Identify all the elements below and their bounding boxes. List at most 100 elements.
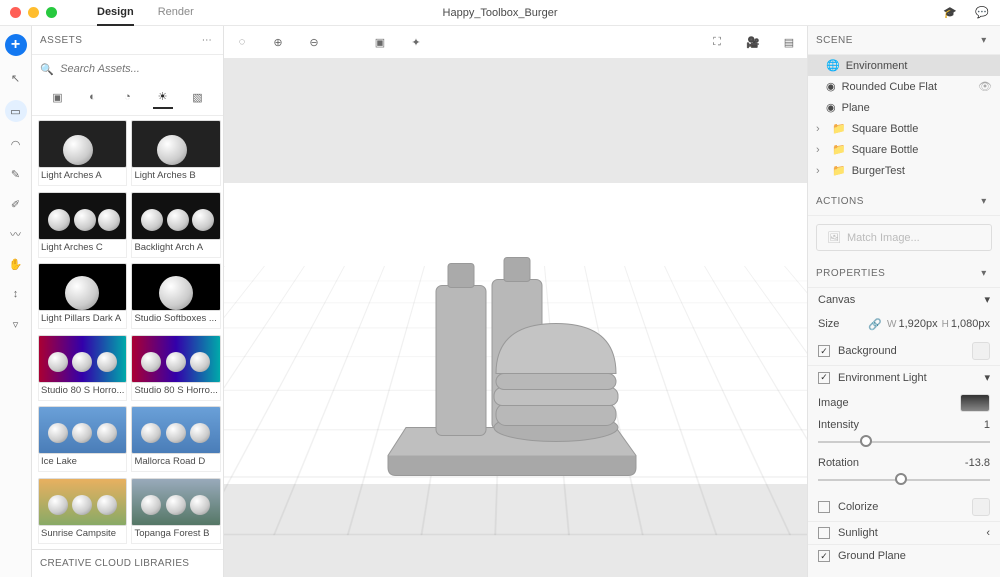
horizon-tool-icon[interactable]: ▿ [8, 316, 24, 332]
lights-category-icon[interactable]: ☀ [153, 89, 173, 109]
hand-tool-icon[interactable]: ✋ [8, 256, 24, 272]
properties-header: PROPERTIES [816, 268, 885, 279]
background-checkbox[interactable] [818, 345, 830, 357]
titlebar: Design Render Happy_Toolbox_Burger 🎓 💬 [0, 0, 1000, 26]
colorize-checkbox[interactable] [818, 501, 830, 513]
viewport: ◌ ⊕ ⊖ ▣ ✦ ⛶ 🎥 ▤ [224, 26, 807, 577]
learn-icon[interactable]: 🎓 [942, 5, 958, 21]
magic-wand-icon[interactable]: ✎ [8, 166, 24, 182]
chevron-right-icon[interactable]: › [816, 123, 826, 135]
background-swatch[interactable] [972, 342, 990, 360]
materials-category-icon[interactable]: ◐ [83, 89, 103, 109]
orbit-tool-icon[interactable]: ◠ [8, 136, 24, 152]
shapes-category-icon[interactable]: ◔ [118, 89, 138, 109]
viewport-toolbar: ◌ ⊕ ⊖ ▣ ✦ ⛶ 🎥 ▤ [224, 26, 807, 58]
asset-categories: ▣ ◐ ◔ ☀ ▧ [32, 83, 223, 116]
env-image-swatch[interactable] [960, 394, 990, 412]
ground-plane-checkbox[interactable] [818, 550, 830, 562]
match-image-button[interactable]: 🖼Match Image... [816, 224, 992, 251]
dolly-tool-icon[interactable]: ↕ [8, 286, 24, 302]
window-controls [10, 7, 57, 18]
close-window[interactable] [10, 7, 21, 18]
folder-icon: 📁 [832, 143, 846, 156]
height-value[interactable]: 1,080px [951, 318, 990, 330]
chevron-down-icon[interactable]: ▾ [976, 193, 992, 209]
panel-menu-icon[interactable]: ⋯ [199, 32, 215, 48]
canvas[interactable] [224, 58, 807, 577]
zoom-out-icon[interactable]: ⊖ [306, 34, 322, 50]
models-category-icon[interactable]: ▣ [48, 89, 68, 109]
sunlight-checkbox[interactable] [818, 527, 830, 539]
asset-card[interactable]: Mallorca Road D [131, 406, 220, 474]
move-tool-icon[interactable]: ↖ [8, 70, 24, 86]
globe-icon: 🌐 [826, 59, 840, 72]
asset-card[interactable]: Light Arches B [131, 120, 220, 188]
maximize-window[interactable] [46, 7, 57, 18]
env-light-checkbox[interactable] [818, 372, 830, 384]
select-tool-icon[interactable]: ▭ [5, 100, 27, 122]
render-settings-icon[interactable]: ▤ [781, 34, 797, 50]
rotation-slider[interactable] [818, 471, 990, 487]
scene-item-environment[interactable]: 🌐Environment [808, 55, 1000, 76]
chevron-left-icon[interactable]: ‹ [986, 527, 990, 539]
scene-item[interactable]: ◉Plane [808, 97, 1000, 118]
tool-rail: + ↖ ▭ ◠ ✎ ✐ 〰 ✋ ↕ ▿ [0, 26, 32, 577]
asset-card[interactable]: Topanga Forest B [131, 478, 220, 546]
canvas-section[interactable]: Canvas▾ [808, 288, 1000, 311]
scene-item[interactable]: ›📁Square Bottle [808, 118, 1000, 139]
scene-item[interactable]: ◉Rounded Cube Flat👁 [808, 76, 1000, 97]
folder-icon: 📁 [832, 122, 846, 135]
actions-header: ACTIONS [816, 196, 864, 207]
chevron-down-icon[interactable]: ▾ [976, 32, 992, 48]
link-icon[interactable]: 🔗 [867, 316, 883, 332]
asset-card[interactable]: Light Pillars Dark A [38, 263, 127, 331]
colorize-swatch[interactable] [972, 498, 990, 516]
add-button[interactable]: + [5, 34, 27, 56]
chevron-right-icon[interactable]: › [816, 165, 826, 177]
document-title: Happy_Toolbox_Burger [443, 7, 558, 19]
camera-icon[interactable]: 🎥 [745, 34, 761, 50]
eyedropper-icon[interactable]: ✐ [8, 196, 24, 212]
frame-icon[interactable]: ▣ [372, 34, 388, 50]
marquee-icon[interactable]: ◌ [234, 34, 250, 50]
chevron-down-icon: ▾ [984, 293, 990, 306]
scene-3d [366, 228, 666, 491]
asset-card[interactable]: Studio 80 S Horro... [131, 335, 220, 403]
lasso-icon[interactable]: 〰 [8, 226, 24, 242]
asset-card[interactable]: Backlight Arch A [131, 192, 220, 260]
asset-card[interactable]: Sunrise Campsite [38, 478, 127, 546]
chevron-down-icon[interactable]: ▾ [976, 265, 992, 281]
scene-item[interactable]: ›📁BurgerTest [808, 160, 1000, 181]
scene-tree: 🌐Environment ◉Rounded Cube Flat👁 ◉Plane … [808, 55, 1000, 181]
rotation-value[interactable]: -13.8 [965, 457, 990, 469]
tab-render[interactable]: Render [158, 0, 194, 25]
chevron-down-icon[interactable]: ▾ [984, 371, 990, 384]
fullscreen-icon[interactable]: ⛶ [709, 34, 725, 50]
sphere-icon: ◉ [826, 80, 836, 93]
assets-search-input[interactable] [60, 63, 215, 75]
width-value[interactable]: 1,920px [898, 318, 937, 330]
asset-card[interactable]: Light Arches A [38, 120, 127, 188]
folder-icon: 📁 [832, 164, 846, 177]
visibility-icon[interactable]: 👁 [978, 80, 992, 93]
image-icon: 🖼 [827, 231, 841, 244]
zoom-in-icon[interactable]: ⊕ [270, 34, 286, 50]
asset-card[interactable]: Studio 80 S Horro... [38, 335, 127, 403]
scene-item[interactable]: ›📁Square Bottle [808, 139, 1000, 160]
tab-design[interactable]: Design [97, 0, 134, 26]
minimize-window[interactable] [28, 7, 39, 18]
intensity-slider[interactable] [818, 433, 990, 449]
asset-card[interactable]: Ice Lake [38, 406, 127, 474]
effects-icon[interactable]: ✦ [408, 34, 424, 50]
chevron-right-icon[interactable]: › [816, 144, 826, 156]
images-category-icon[interactable]: ▧ [188, 89, 208, 109]
asset-card[interactable]: Light Arches C [38, 192, 127, 260]
assets-panel: ASSETS ⋯ 🔍 ▣ ◐ ◔ ☀ ▧ Light Arches A Ligh… [32, 26, 224, 577]
asset-card[interactable]: Studio Softboxes ... [131, 263, 220, 331]
mode-tabs: Design Render [97, 0, 194, 25]
chat-icon[interactable]: 💬 [974, 5, 990, 21]
cc-libraries-header[interactable]: CREATIVE CLOUD LIBRARIES [32, 549, 223, 577]
asset-grid: Light Arches A Light Arches B Light Arch… [32, 116, 223, 549]
size-row: Size 🔗 W1,920px H1,080px [808, 311, 1000, 337]
intensity-value[interactable]: 1 [984, 419, 990, 431]
